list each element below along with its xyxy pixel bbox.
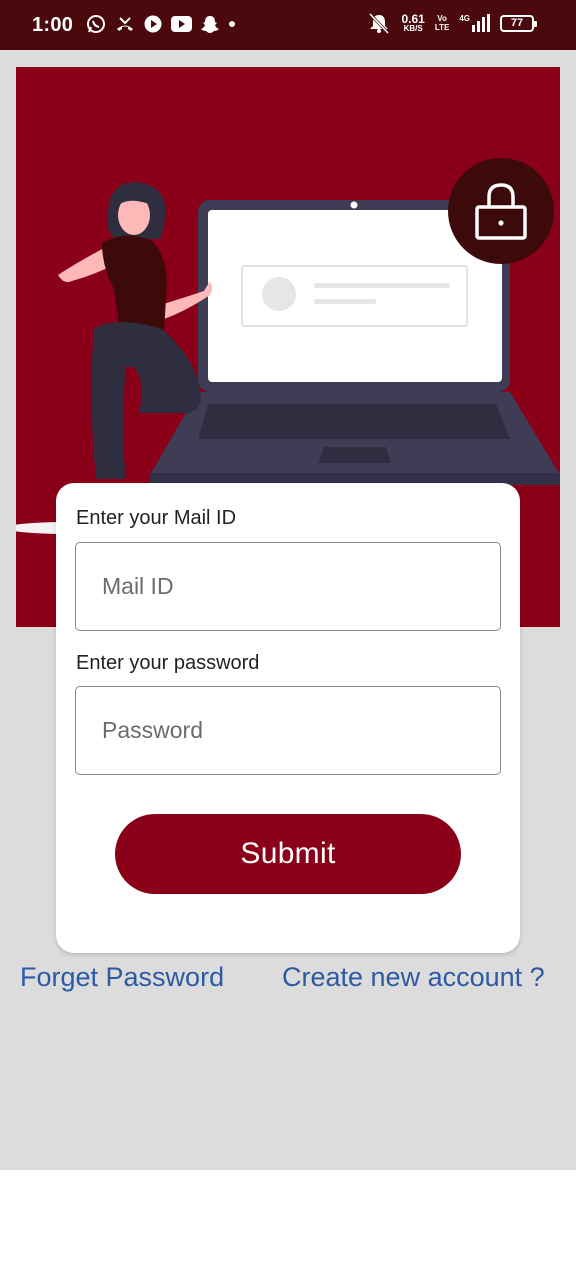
battery-level: 77 — [510, 17, 524, 29]
login-card: Enter your Mail ID Enter your password S… — [56, 483, 520, 953]
lock-icon — [475, 183, 527, 240]
network-speed-unit: KB/S — [403, 24, 423, 33]
missed-call-icon — [117, 17, 133, 31]
submit-button[interactable]: Submit — [115, 814, 461, 894]
signal-icon — [472, 14, 490, 32]
dot-icon — [229, 21, 235, 27]
snapchat-icon — [201, 15, 219, 33]
notification-icons — [86, 14, 236, 34]
create-account-link[interactable]: Create new account ? — [282, 962, 545, 993]
youtube-icon — [171, 16, 192, 32]
mute-icon — [369, 12, 390, 34]
signal-strength: 4G — [459, 14, 490, 32]
forget-password-link[interactable]: Forget Password — [20, 962, 224, 993]
play-icon — [144, 15, 162, 33]
volte-top: Vo — [437, 14, 447, 23]
battery-icon: 77 — [500, 14, 537, 32]
password-label: Enter your password — [76, 652, 260, 674]
network-type: 4G — [459, 14, 470, 23]
volte-bottom: LTE — [434, 23, 450, 32]
status-bar: 1:00 0.61 KB/S Vo LTE 4G 77 — [0, 0, 576, 50]
whatsapp-icon — [87, 15, 105, 33]
lock-badge — [448, 158, 554, 264]
system-status: 0.61 KB/S Vo LTE 4G 77 — [367, 12, 537, 34]
mail-id-input[interactable] — [75, 542, 501, 631]
mail-label: Enter your Mail ID — [76, 507, 237, 529]
password-input[interactable] — [75, 686, 501, 775]
status-time: 1:00 — [32, 14, 74, 36]
network-speed: 0.61 KB/S — [401, 13, 424, 33]
volte-indicator: Vo LTE — [435, 14, 450, 32]
